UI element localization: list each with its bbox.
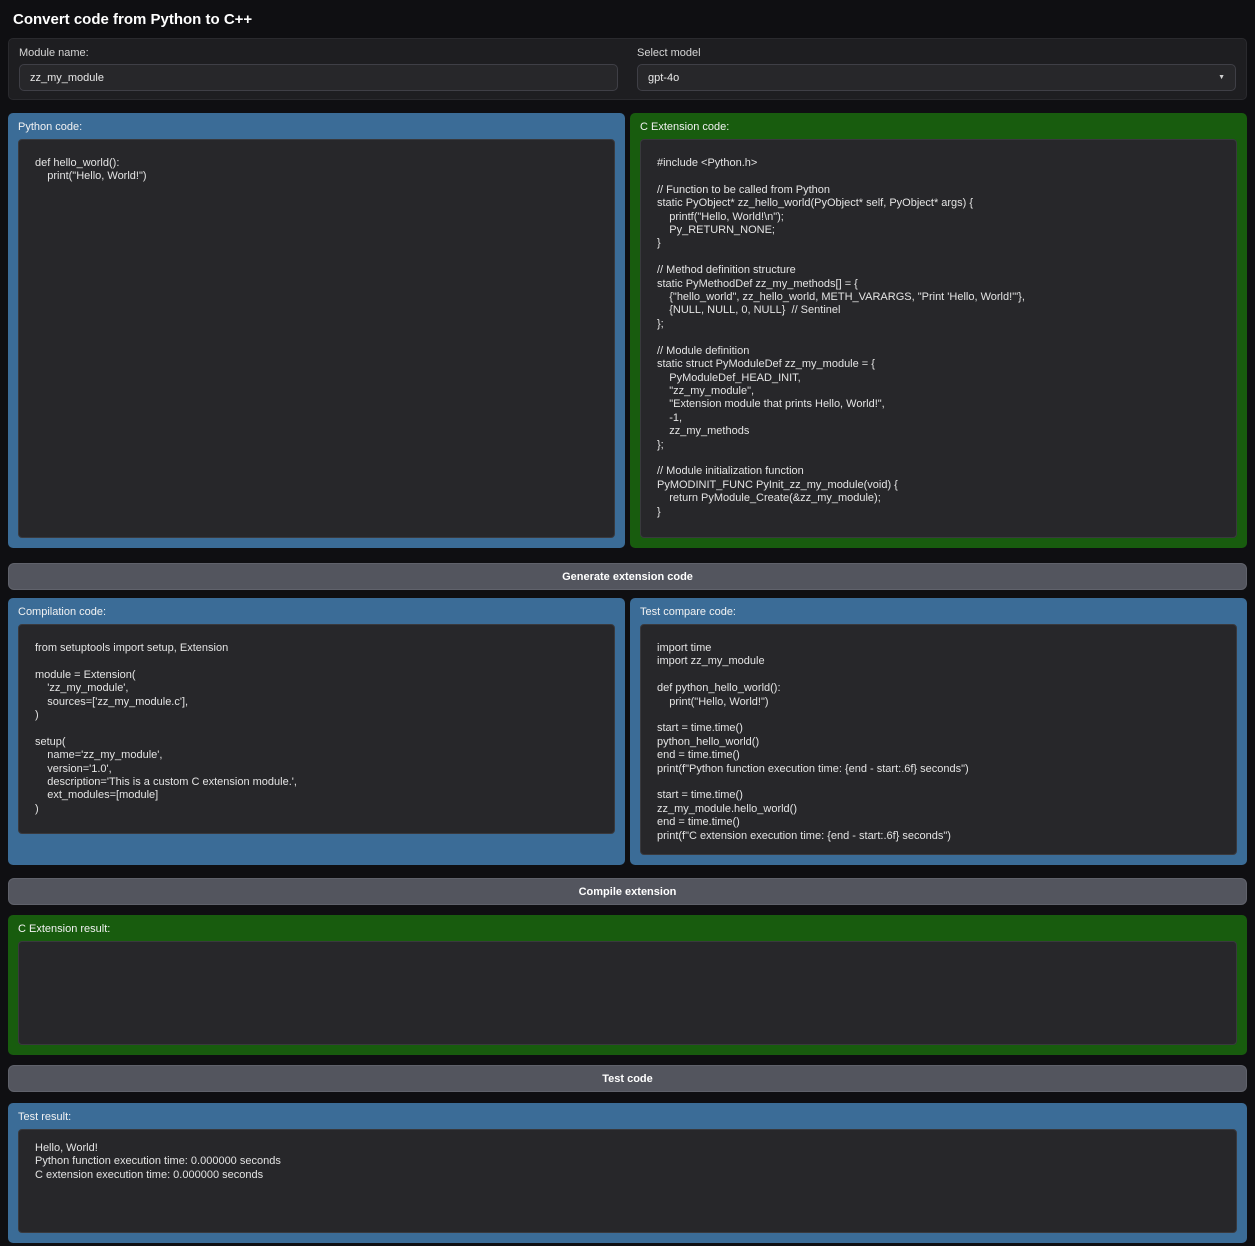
test-compare-code-textarea[interactable]: import time import zz_my_module def pyth…: [640, 624, 1237, 855]
compilation-code-label: Compilation code:: [18, 598, 615, 624]
compilation-code-panel: Compilation code: from setuptools import…: [8, 598, 625, 865]
compile-extension-button[interactable]: Compile extension: [8, 878, 1247, 905]
test-compare-code-label: Test compare code:: [640, 598, 1237, 624]
code-panels-row: Python code: def hello_world(): print("H…: [8, 113, 1247, 548]
model-select[interactable]: gpt-4o ▼: [637, 64, 1236, 91]
compilation-code-textarea[interactable]: from setuptools import setup, Extension …: [18, 624, 615, 834]
test-compare-code-panel: Test compare code: import time import zz…: [630, 598, 1247, 865]
python-code-panel: Python code: def hello_world(): print("H…: [8, 113, 625, 548]
page-title: Convert code from Python to C++: [13, 10, 1247, 30]
module-name-field: Module name:: [19, 47, 618, 91]
generate-extension-code-button[interactable]: Generate extension code: [8, 563, 1247, 590]
test-result-panel: Test result: Hello, World! Python functi…: [8, 1103, 1247, 1243]
c-extension-code-label: C Extension code:: [640, 113, 1237, 139]
test-code-button[interactable]: Test code: [8, 1065, 1247, 1092]
c-extension-result-textarea[interactable]: [18, 941, 1237, 1045]
python-code-label: Python code:: [18, 113, 615, 139]
c-extension-code-panel: C Extension code: #include <Python.h> //…: [630, 113, 1247, 548]
model-select-label: Select model: [637, 47, 1236, 59]
module-name-input[interactable]: [19, 64, 618, 91]
test-result-label: Test result:: [18, 1103, 1237, 1129]
python-code-textarea[interactable]: def hello_world(): print("Hello, World!"…: [18, 139, 615, 538]
model-select-value: gpt-4o: [648, 72, 679, 84]
module-name-label: Module name:: [19, 47, 618, 59]
model-select-field: Select model gpt-4o ▼: [637, 47, 1236, 91]
compile-panels-row: Compilation code: from setuptools import…: [8, 598, 1247, 865]
test-result-textarea[interactable]: Hello, World! Python function execution …: [18, 1129, 1237, 1233]
c-extension-result-label: C Extension result:: [18, 915, 1237, 941]
c-extension-code-textarea[interactable]: #include <Python.h> // Function to be ca…: [640, 139, 1237, 538]
app-root: Convert code from Python to C++ Module n…: [0, 0, 1255, 1246]
config-row: Module name: Select model gpt-4o ▼: [8, 38, 1247, 100]
c-extension-result-panel: C Extension result:: [8, 915, 1247, 1055]
chevron-down-icon: ▼: [1218, 74, 1225, 81]
